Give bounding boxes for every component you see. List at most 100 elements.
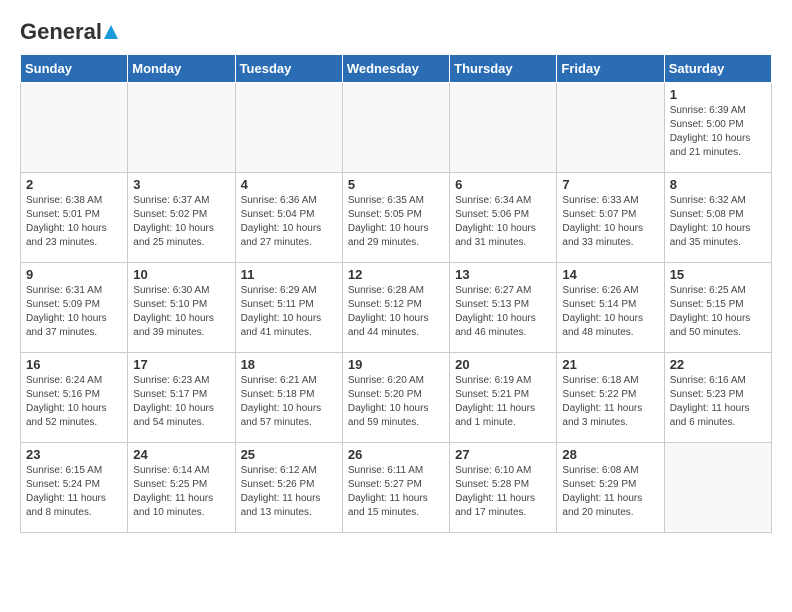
day-number: 20 [455, 357, 551, 372]
day-info: Sunrise: 6:34 AM Sunset: 5:06 PM Dayligh… [455, 194, 551, 250]
day-info: Sunrise: 6:38 AM Sunset: 5:01 PM Dayligh… [26, 194, 122, 250]
calendar-cell [342, 83, 449, 173]
calendar-cell: 13 Sunrise: 6:27 AM Sunset: 5:13 PM Dayli… [450, 263, 557, 353]
calendar-cell: 9 Sunrise: 6:31 AM Sunset: 5:09 PM Daylig… [21, 263, 128, 353]
day-info: Sunrise: 6:39 AM Sunset: 5:00 PM Dayligh… [670, 104, 766, 160]
day-number: 26 [348, 447, 444, 462]
calendar-cell: 28 Sunrise: 6:08 AM Sunset: 5:29 PM Dayli… [557, 443, 664, 533]
day-number: 21 [562, 357, 658, 372]
column-header-wednesday: Wednesday [342, 55, 449, 83]
calendar-cell: 11 Sunrise: 6:29 AM Sunset: 5:11 PM Dayli… [235, 263, 342, 353]
day-number: 13 [455, 267, 551, 282]
calendar-cell: 5 Sunrise: 6:35 AM Sunset: 5:05 PM Daylig… [342, 173, 449, 263]
day-number: 18 [241, 357, 337, 372]
calendar-cell: 10 Sunrise: 6:30 AM Sunset: 5:10 PM Dayli… [128, 263, 235, 353]
calendar-cell: 1 Sunrise: 6:39 AM Sunset: 5:00 PM Daylig… [664, 83, 771, 173]
day-info: Sunrise: 6:11 AM Sunset: 5:27 PM Dayligh… [348, 464, 444, 520]
calendar-cell: 23 Sunrise: 6:15 AM Sunset: 5:24 PM Dayli… [21, 443, 128, 533]
day-number: 28 [562, 447, 658, 462]
day-number: 22 [670, 357, 766, 372]
day-number: 7 [562, 177, 658, 192]
day-number: 9 [26, 267, 122, 282]
column-header-sunday: Sunday [21, 55, 128, 83]
calendar-cell: 22 Sunrise: 6:16 AM Sunset: 5:23 PM Dayli… [664, 353, 771, 443]
calendar-cell [450, 83, 557, 173]
calendar-cell: 2 Sunrise: 6:38 AM Sunset: 5:01 PM Daylig… [21, 173, 128, 263]
calendar-week-row: 1 Sunrise: 6:39 AM Sunset: 5:00 PM Daylig… [21, 83, 772, 173]
day-number: 16 [26, 357, 122, 372]
calendar-cell: 14 Sunrise: 6:26 AM Sunset: 5:14 PM Dayli… [557, 263, 664, 353]
day-number: 6 [455, 177, 551, 192]
calendar-cell: 26 Sunrise: 6:11 AM Sunset: 5:27 PM Dayli… [342, 443, 449, 533]
column-header-tuesday: Tuesday [235, 55, 342, 83]
calendar-cell: 17Sunrise: 6:23 AM Sunset: 5:17 PM Dayli… [128, 353, 235, 443]
day-number: 8 [670, 177, 766, 192]
day-number: 14 [562, 267, 658, 282]
calendar-cell [664, 443, 771, 533]
calendar-cell: 24 Sunrise: 6:14 AM Sunset: 5:25 PM Dayli… [128, 443, 235, 533]
day-number: 5 [348, 177, 444, 192]
calendar-cell: 19 Sunrise: 6:20 AM Sunset: 5:20 PM Dayli… [342, 353, 449, 443]
day-info: Sunrise: 6:14 AM Sunset: 5:25 PM Dayligh… [133, 464, 229, 520]
calendar-cell [128, 83, 235, 173]
day-number: 4 [241, 177, 337, 192]
day-info: Sunrise: 6:26 AM Sunset: 5:14 PM Dayligh… [562, 284, 658, 340]
day-info: Sunrise: 6:18 AM Sunset: 5:22 PM Dayligh… [562, 374, 658, 430]
logo-general-text: General [20, 20, 118, 44]
day-info: Sunrise: 6:28 AM Sunset: 5:12 PM Dayligh… [348, 284, 444, 340]
day-number: 19 [348, 357, 444, 372]
day-info: Sunrise: 6:27 AM Sunset: 5:13 PM Dayligh… [455, 284, 551, 340]
day-info: Sunrise: 6:15 AM Sunset: 5:24 PM Dayligh… [26, 464, 122, 520]
day-info: Sunrise: 6:35 AM Sunset: 5:05 PM Dayligh… [348, 194, 444, 250]
calendar-cell [21, 83, 128, 173]
day-info: Sunrise: 6:21 AM Sunset: 5:18 PM Dayligh… [241, 374, 337, 430]
day-info: Sunrise: 6:37 AM Sunset: 5:02 PM Dayligh… [133, 194, 229, 250]
calendar-cell: 7Sunrise: 6:33 AM Sunset: 5:07 PM Daylig… [557, 173, 664, 263]
day-number: 11 [241, 267, 337, 282]
column-header-saturday: Saturday [664, 55, 771, 83]
calendar-header-row: SundayMondayTuesdayWednesdayThursdayFrid… [21, 55, 772, 83]
calendar-week-row: 2 Sunrise: 6:38 AM Sunset: 5:01 PM Daylig… [21, 173, 772, 263]
day-info: Sunrise: 6:24 AM Sunset: 5:16 PM Dayligh… [26, 374, 122, 430]
calendar-cell: 4 Sunrise: 6:36 AM Sunset: 5:04 PM Daylig… [235, 173, 342, 263]
day-number: 15 [670, 267, 766, 282]
calendar-table: SundayMondayTuesdayWednesdayThursdayFrid… [20, 54, 772, 533]
calendar-cell: 16 Sunrise: 6:24 AM Sunset: 5:16 PM Dayli… [21, 353, 128, 443]
calendar-week-row: 16 Sunrise: 6:24 AM Sunset: 5:16 PM Dayli… [21, 353, 772, 443]
calendar-week-row: 9 Sunrise: 6:31 AM Sunset: 5:09 PM Daylig… [21, 263, 772, 353]
day-number: 1 [670, 87, 766, 102]
day-number: 24 [133, 447, 229, 462]
day-info: Sunrise: 6:12 AM Sunset: 5:26 PM Dayligh… [241, 464, 337, 520]
page-header: General [20, 20, 772, 44]
calendar-cell: 20Sunrise: 6:19 AM Sunset: 5:21 PM Dayli… [450, 353, 557, 443]
day-info: Sunrise: 6:16 AM Sunset: 5:23 PM Dayligh… [670, 374, 766, 430]
day-number: 25 [241, 447, 337, 462]
calendar-cell: 15 Sunrise: 6:25 AM Sunset: 5:15 PM Dayli… [664, 263, 771, 353]
day-info: Sunrise: 6:32 AM Sunset: 5:08 PM Dayligh… [670, 194, 766, 250]
calendar-cell: 27 Sunrise: 6:10 AM Sunset: 5:28 PM Dayli… [450, 443, 557, 533]
day-info: Sunrise: 6:20 AM Sunset: 5:20 PM Dayligh… [348, 374, 444, 430]
calendar-week-row: 23 Sunrise: 6:15 AM Sunset: 5:24 PM Dayli… [21, 443, 772, 533]
day-number: 12 [348, 267, 444, 282]
day-number: 23 [26, 447, 122, 462]
day-info: Sunrise: 6:08 AM Sunset: 5:29 PM Dayligh… [562, 464, 658, 520]
day-number: 27 [455, 447, 551, 462]
day-number: 2 [26, 177, 122, 192]
column-header-friday: Friday [557, 55, 664, 83]
day-info: Sunrise: 6:36 AM Sunset: 5:04 PM Dayligh… [241, 194, 337, 250]
calendar-cell: 25 Sunrise: 6:12 AM Sunset: 5:26 PM Dayli… [235, 443, 342, 533]
day-info: Sunrise: 6:29 AM Sunset: 5:11 PM Dayligh… [241, 284, 337, 340]
day-info: Sunrise: 6:31 AM Sunset: 5:09 PM Dayligh… [26, 284, 122, 340]
calendar-cell: 18 Sunrise: 6:21 AM Sunset: 5:18 PM Dayli… [235, 353, 342, 443]
day-info: Sunrise: 6:30 AM Sunset: 5:10 PM Dayligh… [133, 284, 229, 340]
calendar-cell [235, 83, 342, 173]
day-number: 10 [133, 267, 229, 282]
day-info: Sunrise: 6:10 AM Sunset: 5:28 PM Dayligh… [455, 464, 551, 520]
day-info: Sunrise: 6:25 AM Sunset: 5:15 PM Dayligh… [670, 284, 766, 340]
day-info: Sunrise: 6:23 AM Sunset: 5:17 PM Dayligh… [133, 374, 229, 430]
calendar-cell: 8 Sunrise: 6:32 AM Sunset: 5:08 PM Daylig… [664, 173, 771, 263]
day-number: 3 [133, 177, 229, 192]
calendar-cell [557, 83, 664, 173]
calendar-cell: 6 Sunrise: 6:34 AM Sunset: 5:06 PM Daylig… [450, 173, 557, 263]
column-header-thursday: Thursday [450, 55, 557, 83]
